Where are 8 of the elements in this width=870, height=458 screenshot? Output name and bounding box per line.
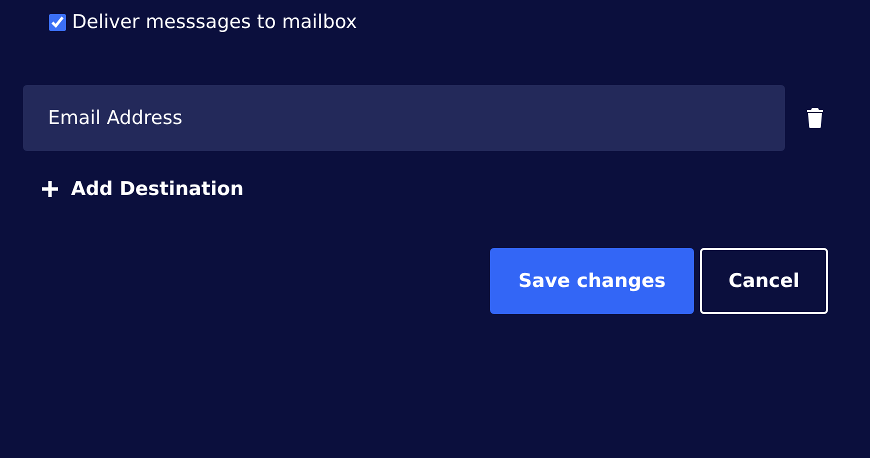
cancel-button[interactable]: Cancel xyxy=(700,248,828,314)
save-button[interactable]: Save changes xyxy=(490,248,694,314)
checkbox-label: Deliver messsages to mailbox xyxy=(72,11,358,33)
add-destination-button[interactable]: Add Destination xyxy=(41,175,244,203)
email-input-field[interactable]: Email Address xyxy=(23,85,785,151)
trash-icon[interactable] xyxy=(807,108,823,128)
checkbox[interactable] xyxy=(49,14,66,30)
plus-icon xyxy=(41,180,59,198)
